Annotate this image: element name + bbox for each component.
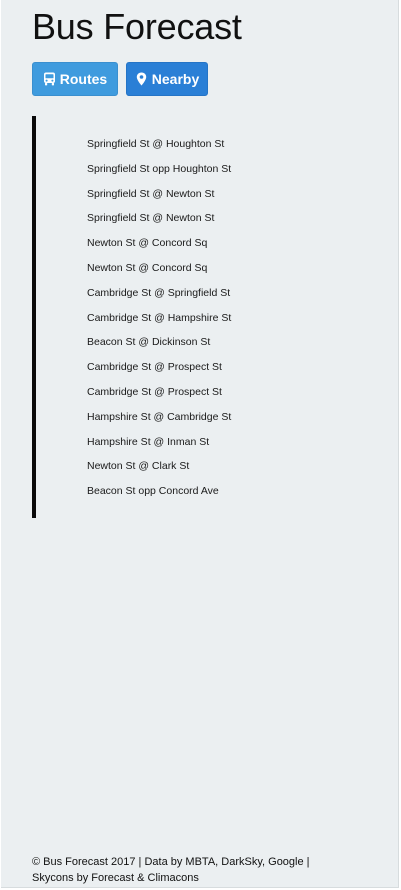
footer-credits: © Bus Forecast 2017 | Data by MBTA, Dark… (32, 856, 310, 868)
stop-item[interactable]: Cambridge St @ Prospect St (76, 355, 272, 380)
nearby-button[interactable]: Nearby (126, 62, 208, 96)
stop-item[interactable]: Newton St @ Concord Sq (76, 256, 272, 281)
routes-button[interactable]: Routes (32, 62, 118, 96)
stop-item[interactable]: Beacon St opp Concord Ave (76, 479, 272, 504)
stop-item[interactable]: Newton St @ Clark St (76, 454, 272, 479)
stop-item[interactable]: Cambridge St @ Prospect St (76, 380, 272, 405)
bus-icon (43, 72, 56, 86)
stop-item[interactable]: Hampshire St @ Cambridge St (76, 405, 272, 430)
routes-button-label: Routes (59, 71, 108, 87)
stop-item[interactable]: Springfield St @ Newton St (76, 206, 272, 231)
stop-item[interactable]: Springfield St @ Houghton St (76, 132, 272, 157)
stop-item[interactable]: Cambridge St @ Hampshire St (76, 306, 272, 331)
footer-icon-credits: Skycons by Forecast & Climacons (32, 872, 199, 884)
stop-item[interactable]: Springfield St opp Houghton St (76, 157, 272, 182)
footer: © Bus Forecast 2017 | Data by MBTA, Dark… (32, 854, 352, 886)
map-marker-icon (135, 72, 148, 86)
nearby-button-label: Nearby (151, 71, 200, 87)
stop-item[interactable]: Springfield St @ Newton St (76, 182, 272, 207)
page-title: Bus Forecast (32, 6, 242, 47)
stop-item[interactable]: Newton St @ Concord Sq (76, 231, 272, 256)
page: Bus Forecast Routes Nearby Springfield S… (1, 0, 399, 888)
stop-item[interactable]: Beacon St @ Dickinson St (76, 330, 272, 355)
stop-item[interactable]: Cambridge St @ Springfield St (76, 281, 272, 306)
stop-item[interactable]: Hampshire St @ Inman St (76, 430, 272, 455)
stop-list: Springfield St @ Houghton St Springfield… (32, 116, 272, 518)
